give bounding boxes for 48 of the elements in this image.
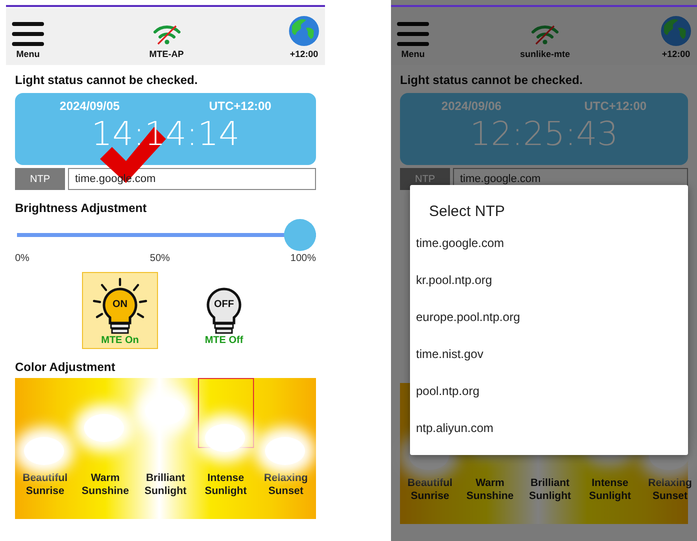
utc-offset: UTC+12:00 xyxy=(584,99,647,113)
tick-label: 50% xyxy=(150,253,170,264)
light-glow xyxy=(24,437,64,465)
ntp-option[interactable]: time.nist.gov xyxy=(410,341,688,378)
globe-icon xyxy=(660,16,691,46)
preset-button[interactable]: Warm Sunshine xyxy=(460,477,520,503)
tick-label: 0% xyxy=(15,253,30,264)
menu-icon xyxy=(12,22,44,46)
preset-button[interactable]: Warm Sunshine xyxy=(75,472,136,498)
tick-label: 100% xyxy=(290,253,316,264)
ntp-option[interactable]: pool.ntp.org xyxy=(410,378,688,415)
menu-button[interactable]: Menu xyxy=(12,8,44,65)
wifi-off-icon xyxy=(530,24,560,46)
mode-button[interactable]: ON MTE On xyxy=(82,272,158,349)
light-glow xyxy=(204,424,245,452)
preset-button[interactable]: Brilliant Sunlight xyxy=(520,477,580,503)
section-title: Brightness Adjustment xyxy=(15,201,148,215)
light-glow xyxy=(264,437,305,465)
section-title: Color Adjustment xyxy=(15,360,116,374)
ntp-button[interactable]: NTP xyxy=(15,168,65,190)
ntp-option[interactable]: time.google.com xyxy=(410,230,688,267)
slider-thumb[interactable] xyxy=(284,219,316,251)
status-message: Light status cannot be checked. xyxy=(400,73,584,87)
ntp-option[interactable]: europe.pool.ntp.org xyxy=(410,304,688,341)
ntp-option[interactable]: kr.pool.ntp.org xyxy=(410,267,688,304)
utc-offset: UTC+12:00 xyxy=(208,99,272,113)
wifi-off-icon xyxy=(152,24,182,46)
preset-button[interactable]: Intense Sunlight xyxy=(196,472,256,498)
clock-time: 12:25:43 xyxy=(470,115,618,153)
menu-button[interactable]: Menu xyxy=(397,8,429,65)
light-glow xyxy=(84,414,124,442)
preset-button[interactable]: Intense Sunlight xyxy=(580,477,640,503)
preset-button[interactable]: Brilliant Sunlight xyxy=(136,472,196,498)
network-name: sunlike-mte xyxy=(520,49,570,59)
status-message: Light status cannot be checked. xyxy=(15,73,199,87)
dialog-title: Select NTP xyxy=(429,203,506,220)
globe-icon xyxy=(289,16,319,46)
preset-button[interactable]: Relaxing Sunset xyxy=(256,472,316,498)
light-bulb-icon xyxy=(90,277,150,335)
preset-button[interactable]: Beautiful Sunrise xyxy=(15,472,76,498)
timezone-button[interactable]: +12:00 xyxy=(660,8,691,65)
clock-date: 2024/09/06 xyxy=(441,99,502,113)
clock-date: 2024/09/05 xyxy=(60,99,120,113)
mode-button[interactable]: OFF MTE Off xyxy=(186,272,262,349)
ntp-option[interactable]: ntp.aliyun.com xyxy=(410,415,688,452)
network-name: MTE-AP xyxy=(149,49,184,59)
timezone-button[interactable]: +12:00 xyxy=(289,8,319,65)
menu-icon xyxy=(397,22,429,46)
